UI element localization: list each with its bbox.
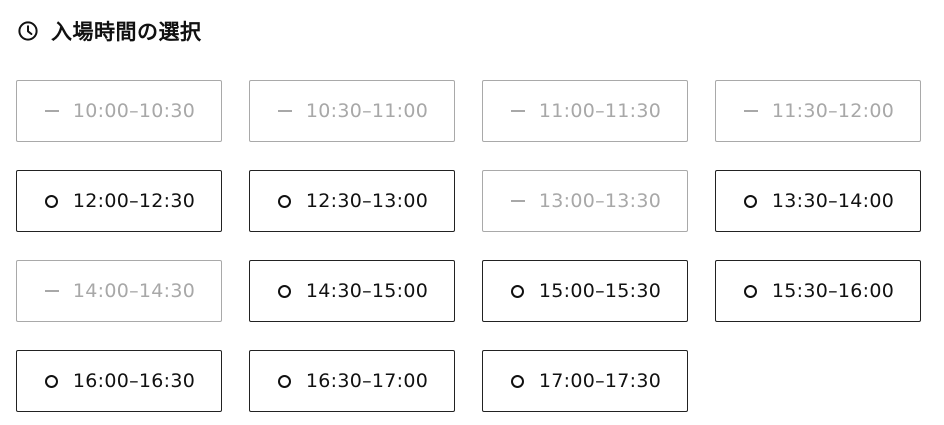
time-slot-label: 12:00–12:30: [72, 190, 196, 212]
time-slot-button[interactable]: 12:30–13:00: [249, 170, 455, 232]
time-slot-button: 11:00–11:30: [482, 80, 688, 142]
time-slot-button: 14:00–14:30: [16, 260, 222, 322]
available-circle-icon: [509, 282, 527, 300]
time-slot-button[interactable]: 13:30–14:00: [715, 170, 921, 232]
unavailable-dash-icon: [276, 102, 294, 120]
available-circle-icon: [43, 192, 61, 210]
time-slot-button[interactable]: 15:30–16:00: [715, 260, 921, 322]
time-slot-button[interactable]: 12:00–12:30: [16, 170, 222, 232]
time-slot-label: 10:00–10:30: [72, 100, 196, 122]
available-circle-icon: [276, 372, 294, 390]
time-slot-label: 11:30–12:00: [771, 100, 895, 122]
time-slot-button[interactable]: 16:00–16:30: [16, 350, 222, 412]
time-slot-label: 11:00–11:30: [538, 100, 662, 122]
time-slot-label: 12:30–13:00: [305, 190, 429, 212]
section-header: 入場時間の選択: [17, 16, 202, 46]
time-slot-button: 10:00–10:30: [16, 80, 222, 142]
time-slot-label: 10:30–11:00: [305, 100, 429, 122]
unavailable-dash-icon: [509, 192, 527, 210]
time-slot-label: 15:30–16:00: [771, 280, 895, 302]
unavailable-dash-icon: [43, 102, 61, 120]
time-slot-label: 13:30–14:00: [771, 190, 895, 212]
available-circle-icon: [276, 282, 294, 300]
unavailable-dash-icon: [742, 102, 760, 120]
section-title: 入場時間の選択: [51, 20, 202, 44]
time-slot-label: 16:00–16:30: [72, 370, 196, 392]
time-slot-label: 17:00–17:30: [538, 370, 662, 392]
time-slot-button[interactable]: 17:00–17:30: [482, 350, 688, 412]
time-slot-button: 13:00–13:30: [482, 170, 688, 232]
available-circle-icon: [742, 192, 760, 210]
time-slot-label: 13:00–13:30: [538, 190, 662, 212]
available-circle-icon: [276, 192, 294, 210]
time-slot-grid: 10:00–10:30 10:30–11:00 11:00–11:30 11:30–1…: [16, 80, 921, 412]
time-slot-button[interactable]: 16:30–17:00: [249, 350, 455, 412]
time-slot-label: 14:30–15:00: [305, 280, 429, 302]
time-slot-button[interactable]: 14:30–15:00: [249, 260, 455, 322]
unavailable-dash-icon: [509, 102, 527, 120]
time-slot-button: 11:30–12:00: [715, 80, 921, 142]
available-circle-icon: [742, 282, 760, 300]
clock-icon: [17, 20, 39, 42]
time-slot-label: 16:30–17:00: [305, 370, 429, 392]
unavailable-dash-icon: [43, 282, 61, 300]
available-circle-icon: [43, 372, 61, 390]
time-slot-button: 10:30–11:00: [249, 80, 455, 142]
time-slot-button[interactable]: 15:00–15:30: [482, 260, 688, 322]
time-slot-label: 14:00–14:30: [72, 280, 196, 302]
available-circle-icon: [509, 372, 527, 390]
time-slot-label: 15:00–15:30: [538, 280, 662, 302]
